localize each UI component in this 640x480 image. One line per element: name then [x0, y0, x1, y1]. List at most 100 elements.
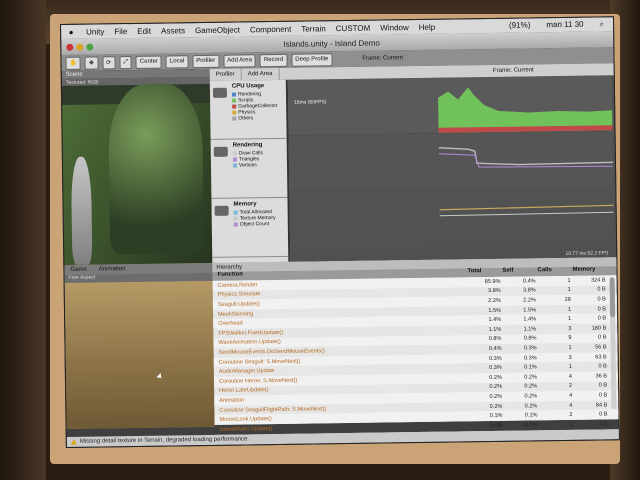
- legend-item: Others: [232, 115, 283, 122]
- row-calls: 2: [569, 411, 573, 419]
- memory-group[interactable]: Memory Total Allocated Texture Memory Ob…: [211, 197, 289, 258]
- move-tool-button[interactable]: ✥: [84, 55, 99, 70]
- profiler-panel: Profiler Add Area Frame: Current CPU Usa…: [209, 63, 617, 263]
- legend-label: Others: [238, 115, 254, 122]
- cpu-usage-group[interactable]: CPU Usage Rendering Scripts GarbageColle…: [209, 79, 287, 140]
- scene-view[interactable]: Scene Textured RGB: [61, 68, 213, 265]
- legend-swatch: [233, 222, 238, 227]
- cpu-icon: [212, 87, 228, 98]
- row-total: 1.4%: [488, 317, 502, 324]
- minimize-window-button[interactable]: [76, 43, 84, 51]
- legend-item: Vertices: [232, 162, 284, 169]
- legend-swatch: [232, 104, 237, 109]
- row-calls: 4: [568, 373, 573, 380]
- menu-edit[interactable]: Edit: [132, 26, 156, 35]
- animation-tab[interactable]: Animation: [93, 266, 132, 273]
- record-button[interactable]: Record: [259, 53, 288, 67]
- frame-label: Frame: Current: [492, 67, 534, 74]
- status-message[interactable]: Missing detail texture in Terrain, degra…: [80, 436, 248, 444]
- spotlight-search-icon[interactable]: ⌕: [595, 19, 610, 29]
- row-self: 0.1%: [524, 364, 537, 371]
- row-self: 0.3%: [523, 345, 537, 352]
- rendering-chart-bg: [288, 131, 614, 191]
- menu-unity[interactable]: Unity: [81, 27, 109, 36]
- row-memory: 324 B: [590, 277, 606, 284]
- game-terrain-field: [64, 280, 215, 429]
- zoom-window-button[interactable]: [86, 43, 94, 51]
- close-window-button[interactable]: [66, 43, 74, 51]
- rendering-group[interactable]: Rendering Draw Calls Triangles Vertices: [210, 138, 288, 199]
- group-name: Memory: [233, 201, 257, 208]
- window-controls: [66, 43, 94, 51]
- row-calls: 1: [567, 287, 571, 294]
- row-total: 0.2%: [489, 403, 503, 410]
- row-self: 0.2%: [524, 374, 538, 381]
- row-total: 0.1%: [489, 412, 503, 420]
- menu-custom[interactable]: CUSTOM: [331, 23, 376, 33]
- legend-swatch: [232, 116, 237, 121]
- frame-timing: 10.77 ms 92.2 FPS: [565, 250, 609, 257]
- row-self: 1.5%: [523, 306, 537, 314]
- row-total: 0.2%: [489, 374, 503, 381]
- profiler-groups: CPU Usage Rendering Scripts GarbageColle…: [209, 79, 291, 263]
- row-self: 3.8%: [522, 287, 536, 294]
- col-total[interactable]: Total: [467, 268, 502, 277]
- memory-icon: [214, 205, 229, 216]
- profiler-charts[interactable]: 16ms (60FPS) 10.77 ms 92.2 FPS: [287, 75, 617, 262]
- pivot-center-button[interactable]: Center: [135, 55, 163, 69]
- game-view[interactable]: Game Animation Free Aspect: [64, 262, 215, 429]
- row-total: 2.2%: [488, 297, 501, 305]
- rendering-icon: [213, 146, 228, 157]
- row-memory: 0 B: [597, 334, 607, 341]
- row-total: 0.3%: [488, 355, 502, 362]
- row-memory: 0 B: [597, 296, 606, 303]
- pivot-local-button[interactable]: Local: [165, 54, 189, 69]
- menu-window[interactable]: Window: [375, 23, 414, 33]
- scene-rgb-label: RGB: [87, 78, 99, 86]
- legend-swatch: [232, 151, 237, 156]
- row-memory: 0 B: [598, 392, 608, 399]
- add-area-button[interactable]: Add Area: [223, 53, 257, 68]
- row-calls: 28: [564, 296, 571, 303]
- hand-tool-button[interactable]: ✋: [65, 56, 82, 70]
- legend-label: Object Count: [239, 221, 270, 228]
- add-area-label[interactable]: Add Area: [241, 67, 280, 81]
- apple-icon[interactable]: ●: [61, 27, 81, 36]
- menu-component[interactable]: Component: [245, 24, 296, 34]
- scrollbar-thumb[interactable]: [609, 277, 616, 318]
- row-calls: 1: [568, 364, 572, 371]
- row-memory: 180 B: [591, 325, 607, 332]
- row-total: 0.2%: [489, 384, 503, 391]
- row-total: 1.5%: [488, 307, 502, 314]
- menu-terrain[interactable]: Terrain: [296, 24, 331, 33]
- game-tab[interactable]: Game: [64, 267, 92, 273]
- row-memory: 0 B: [598, 382, 608, 389]
- row-calls: 3: [568, 325, 572, 332]
- rotate-tool-button[interactable]: ⟳: [101, 55, 116, 69]
- col-calls[interactable]: Calls: [537, 267, 572, 276]
- row-memory: 0 B: [597, 315, 607, 322]
- scale-tool-button[interactable]: ⤢: [118, 55, 132, 69]
- row-self: 0.8%: [523, 335, 537, 342]
- menu-file[interactable]: File: [109, 26, 132, 36]
- col-memory[interactable]: Memory: [572, 266, 607, 275]
- profiler-tab[interactable]: Profiler: [192, 54, 220, 68]
- legend-swatch: [232, 157, 237, 162]
- frame-indicator: Frame: Current: [362, 55, 404, 62]
- deep-profile-button[interactable]: Deep Profile: [291, 52, 333, 67]
- row-memory: 0 B: [598, 363, 607, 370]
- col-self[interactable]: Self: [502, 267, 537, 276]
- menu-help[interactable]: Help: [414, 22, 441, 31]
- battery-status[interactable]: (91%): [504, 20, 535, 30]
- clock[interactable]: man 11 30: [541, 20, 588, 31]
- menu-gameobject[interactable]: GameObject: [190, 25, 245, 35]
- legend-swatch: [233, 210, 238, 215]
- row-self: 0.0%: [524, 422, 538, 429]
- menu-assets[interactable]: Assets: [156, 26, 190, 35]
- profiler-tab-label[interactable]: Profiler: [209, 68, 242, 81]
- warning-icon: [70, 438, 77, 445]
- group-name: Rendering: [232, 142, 263, 149]
- row-total: 0.0%: [489, 422, 503, 429]
- row-total: 0.3%: [489, 365, 502, 372]
- legend-swatch: [233, 216, 238, 221]
